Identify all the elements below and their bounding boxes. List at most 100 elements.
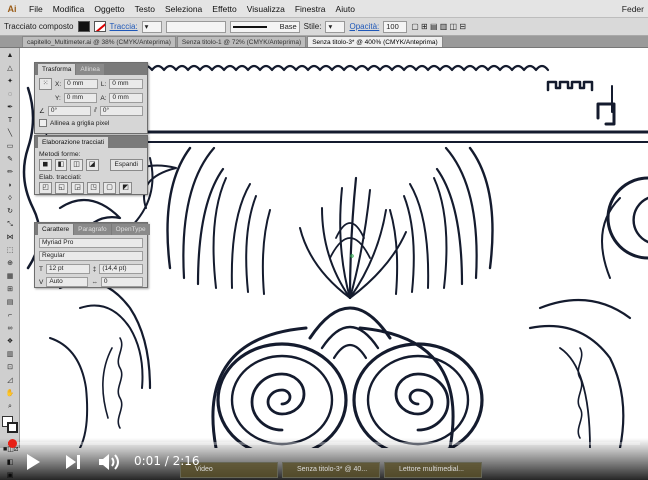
pencil-tool-icon[interactable]: ✏ — [3, 167, 17, 178]
shear-field[interactable]: 0° — [99, 106, 144, 116]
symbol-sprayer-tool-icon[interactable]: ❖ — [3, 336, 17, 347]
free-transform-tool-icon[interactable]: ⬚ — [3, 245, 17, 256]
zoom-tool-icon[interactable]: ⌕ — [3, 401, 17, 412]
stroke-weight-dropdown[interactable]: ▾ — [141, 20, 162, 33]
menu-file[interactable]: File — [24, 0, 48, 18]
kerning-field[interactable]: Auto — [46, 277, 89, 287]
selection-tool-icon[interactable]: ▲ — [3, 50, 17, 61]
menu-seleziona[interactable]: Seleziona — [160, 0, 207, 18]
minus-front-icon[interactable]: ◧ — [54, 159, 68, 171]
hand-tool-icon[interactable]: ✋ — [3, 388, 17, 399]
doc-tab-senza-titolo-3[interactable]: Senza titolo-3* @ 400% (CMYK/Anteprima) — [307, 36, 443, 47]
variable-width-dropdown[interactable] — [165, 20, 226, 33]
paintbrush-tool-icon[interactable]: ✎ — [3, 154, 17, 165]
taskbar-item-illustrator[interactable]: Senza titolo-3* @ 40... — [282, 462, 380, 478]
align-pixel-label: Allinea a griglia pixel — [50, 119, 110, 127]
tab-paragrafo[interactable]: Paragrafo — [74, 223, 111, 235]
tools-panel: ▲ △ ✦ ◌ ✒ T ╲ ▭ ✎ ✏ ◗ ◊ ↻ ⤡ ⋈ ⬚ ⊕ ▦ ⊞ ▤ … — [0, 48, 20, 479]
fill-swatch[interactable] — [77, 21, 90, 32]
menu-finestra[interactable]: Finestra — [290, 0, 331, 18]
menu-modifica[interactable]: Modifica — [48, 0, 90, 18]
eyedropper-tool-icon[interactable]: ⌐ — [3, 310, 17, 321]
angle-field[interactable]: 0° — [47, 106, 91, 116]
outline-icon[interactable]: ▢ — [103, 182, 116, 194]
tab-elaborazione-tracciati[interactable]: Elaborazione tracciati — [38, 136, 109, 148]
shape-builder-tool-icon[interactable]: ⊕ — [3, 258, 17, 269]
perspective-grid-tool-icon[interactable]: ▦ — [3, 271, 17, 282]
merge-icon[interactable]: ◲ — [71, 182, 84, 194]
brush-dropdown[interactable]: Base — [229, 20, 300, 33]
leading-field[interactable]: (14,4 pt) — [99, 264, 144, 274]
tracking-field[interactable]: 0 — [100, 277, 143, 287]
user-name[interactable]: Feder — [622, 0, 644, 18]
line-tool-icon[interactable]: ╲ — [3, 128, 17, 139]
exclude-icon[interactable]: ◪ — [85, 159, 99, 171]
menu-visualizza[interactable]: Visualizza — [242, 0, 290, 18]
menubar: Ai File Modifica Oggetto Testo Seleziona… — [0, 0, 648, 18]
expand-button[interactable]: Espandi — [109, 159, 143, 171]
crop-icon[interactable]: ◳ — [87, 182, 100, 194]
align-pixel-checkbox[interactable] — [39, 119, 47, 127]
doc-tab-senza-titolo-1[interactable]: Senza titolo-1 @ 72% (CMYK/Anteprima) — [176, 36, 307, 47]
direct-selection-tool-icon[interactable]: △ — [3, 63, 17, 74]
intersect-icon[interactable]: ◫ — [70, 159, 83, 171]
style-dropdown[interactable]: ▾ — [325, 20, 346, 33]
stroke-color-box[interactable] — [7, 422, 18, 433]
font-family-select[interactable]: Myriad Pro — [39, 238, 143, 248]
minus-back-icon[interactable]: ◩ — [119, 182, 132, 194]
graph-tool-icon[interactable]: ▥ — [3, 349, 17, 360]
y-field[interactable]: 0 mm — [63, 93, 98, 103]
tab-carattere[interactable]: Carattere — [38, 223, 74, 235]
menu-testo[interactable]: Testo — [130, 0, 160, 18]
stroke-style-value: Base — [279, 22, 297, 31]
reference-point-icon[interactable]: ⁙ — [39, 78, 52, 90]
shape-modes-label: Metodi forme: — [39, 151, 81, 158]
font-size-field[interactable]: 12 pt — [45, 264, 90, 274]
blend-tool-icon[interactable]: ∞ — [3, 323, 17, 334]
magic-wand-tool-icon[interactable]: ✦ — [3, 76, 17, 87]
rectangle-tool-icon[interactable]: ▭ — [3, 141, 17, 152]
unite-icon[interactable]: ◼ — [39, 159, 52, 171]
tab-trasforma[interactable]: Trasforma — [38, 63, 76, 75]
scale-tool-icon[interactable]: ⤡ — [3, 219, 17, 230]
w-field[interactable]: 0 mm — [109, 79, 144, 89]
taskbar-item-media-player[interactable]: Lettore multimedial... — [384, 462, 482, 478]
play-icon[interactable] — [22, 451, 44, 473]
angle-icon: ∠ — [39, 108, 45, 115]
tab-allinea[interactable]: Allinea — [76, 63, 104, 75]
tab-opentype[interactable]: OpenType — [111, 223, 150, 235]
opacity-value: 100 — [386, 22, 399, 31]
video-progress-bar[interactable] — [8, 439, 640, 448]
doc-tab-capitello[interactable]: capitello_Multimeter.ai @ 38% (CMYK/Ante… — [22, 36, 176, 47]
character-panel-header: Carattere Paragrafo OpenType — [35, 223, 150, 235]
next-icon[interactable] — [62, 451, 84, 473]
h-label: A: — [100, 94, 107, 102]
width-tool-icon[interactable]: ⋈ — [3, 232, 17, 243]
menu-effetto[interactable]: Effetto — [207, 0, 241, 18]
h-field[interactable]: 0 mm — [109, 93, 144, 103]
artboard-tool-icon[interactable]: ⊡ — [3, 362, 17, 373]
pen-tool-icon[interactable]: ✒ — [3, 102, 17, 113]
divide-icon[interactable]: ◰ — [39, 182, 52, 194]
trim-icon[interactable]: ◱ — [55, 182, 68, 194]
menu-aiuto[interactable]: Aiuto — [331, 0, 360, 18]
rotate-tool-icon[interactable]: ↻ — [3, 206, 17, 217]
stroke-swatch[interactable] — [93, 21, 106, 32]
blob-brush-tool-icon[interactable]: ◗ — [3, 180, 17, 191]
type-tool-icon[interactable]: T — [3, 115, 17, 126]
opacity-label[interactable]: Opacità: — [349, 22, 379, 31]
gradient-tool-icon[interactable]: ▤ — [3, 297, 17, 308]
stroke-label[interactable]: Traccia: — [110, 22, 138, 31]
y-label: Y: — [55, 94, 61, 102]
slice-tool-icon[interactable]: ◿ — [3, 375, 17, 386]
mesh-tool-icon[interactable]: ⊞ — [3, 284, 17, 295]
menu-oggetto[interactable]: Oggetto — [89, 0, 129, 18]
transform-panel-header: Trasforma Allinea — [35, 63, 147, 75]
opacity-field[interactable]: 100 — [383, 20, 408, 33]
align-icons[interactable]: ▢ ⊞ ▤ ▥ ◫ ⊟ — [411, 22, 466, 31]
x-field[interactable]: 0 mm — [64, 79, 98, 89]
font-style-select[interactable]: Regular — [39, 251, 143, 261]
eraser-tool-icon[interactable]: ◊ — [3, 193, 17, 204]
volume-icon[interactable] — [98, 451, 120, 473]
lasso-tool-icon[interactable]: ◌ — [3, 89, 17, 100]
